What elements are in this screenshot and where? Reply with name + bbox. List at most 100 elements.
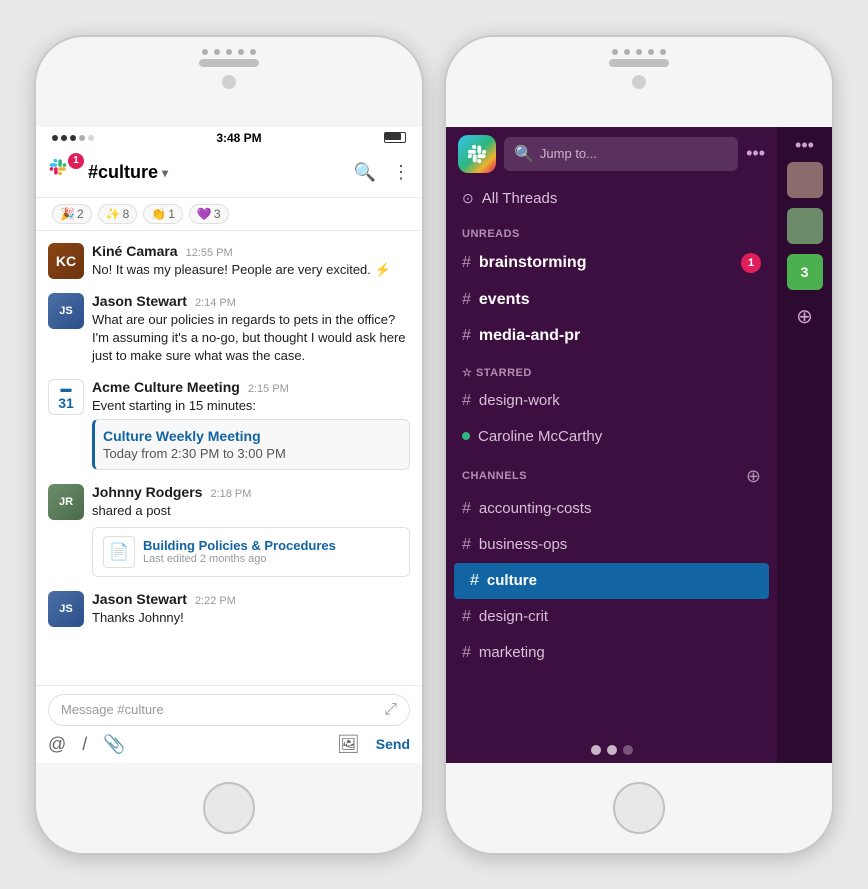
mention-icon[interactable]: @ [48,734,66,755]
nav-item-caroline-mccarthy[interactable]: Caroline McCarthy [446,419,777,454]
more-options-icon[interactable]: ••• [746,143,765,164]
emoji-icon: 👏 [151,207,166,221]
nav-item-label: design-crit [479,608,548,625]
home-button[interactable] [203,782,255,834]
emoji-reaction[interactable]: 🎉 2 [52,204,92,224]
nav-item-accounting-costs[interactable]: # accounting-costs [446,491,777,527]
phone-camera [222,75,236,89]
nav-item-label: events [479,291,530,309]
phone-top-bar-right [446,37,832,127]
message-content: Jason Stewart 2:14 PM What are our polic… [92,293,410,366]
nav-item-label: business-ops [479,536,567,553]
phone-speaker [199,59,259,67]
hash-icon: # [462,536,471,554]
home-button[interactable] [613,782,665,834]
message-time: 2:18 PM [210,488,251,500]
emoji-reaction[interactable]: ✨ 8 [98,204,138,224]
phone-dot [238,49,244,55]
nav-item-culture[interactable]: # culture [454,563,769,599]
search-bar[interactable]: 🔍 Jump to... [504,137,738,171]
hash-icon: # [462,608,471,626]
nav-item-business-ops[interactable]: # business-ops [446,527,777,563]
message-input-field[interactable]: Message #culture ⤢ [48,694,410,726]
nav-item-design-crit[interactable]: # design-crit [446,599,777,635]
phone-bottom-bar-right [446,763,832,853]
sidebar-phone-screen: 🔍 Jump to... ••• ⊙ All Threads U [446,127,832,763]
file-icon: 📄 [103,536,135,568]
message-content: Kiné Camara 12:55 PM No! It was my pleas… [92,243,410,279]
chat-screen: 3:48 PM 1 #culture [36,127,422,763]
nav-item-label: marketing [479,644,545,661]
message-time: 2:15 PM [248,383,289,395]
phone-dot [636,49,642,55]
calendar-event-block[interactable]: Culture Weekly Meeting Today from 2:30 P… [92,419,410,470]
hash-icon: # [462,392,471,410]
message-row: JS Jason Stewart 2:14 PM What are our po… [36,289,422,370]
strip-avatar-2[interactable] [787,208,823,244]
section-header-starred: ☆ STARRED [446,354,777,383]
message-header: Jason Stewart 2:14 PM [92,293,410,309]
more-dots-icon[interactable]: ••• [795,135,814,156]
message-content: Jason Stewart 2:22 PM Thanks Johnny! [92,591,410,627]
nav-item-media-and-pr[interactable]: # media-and-pr [446,318,777,354]
emoji-reaction[interactable]: 💜 3 [189,204,229,224]
chat-phone-screen: 3:48 PM 1 #culture [36,127,422,763]
signal-dot [70,135,76,141]
message-header: Jason Stewart 2:22 PM [92,591,410,607]
chat-toolbar: @ / 📎 🖼 Send [48,734,410,755]
nav-item-label: media-and-pr [479,327,580,345]
phone-dot [226,49,232,55]
chevron-down-icon: ▾ [162,166,168,180]
message-placeholder: Message #culture [61,702,376,717]
message-row: ▬ 31 Acme Culture Meeting 2:15 PM Event … [36,375,422,474]
section-header-channels: CHANNELS ⊕ [446,454,777,491]
nav-item-label: accounting-costs [479,500,592,517]
phone-dot [214,49,220,55]
avatar: JS [48,591,84,627]
image-icon[interactable]: 🖼 [337,734,360,755]
pagination-dots [446,737,777,763]
nav-item-events[interactable]: # events [446,282,777,318]
search-button[interactable]: 🔍 [354,162,376,183]
message-content: Acme Culture Meeting 2:15 PM Event start… [92,379,410,470]
message-text: Event starting in 15 minutes: [92,397,410,415]
toolbar-left: @ / 📎 [48,734,126,755]
signal-dots [52,135,94,141]
message-text: No! It was my pleasure! People are very … [92,261,410,279]
status-time: 3:48 PM [216,131,261,145]
nav-item-brainstorming[interactable]: # brainstorming 1 [446,244,777,282]
pagination-dot [623,745,633,755]
message-author: Kiné Camara [92,243,178,259]
attachment-icon[interactable]: 📎 [103,734,125,755]
message-author: Johnny Rodgers [92,484,202,500]
pagination-dot [591,745,601,755]
phone-top-bar-left [36,37,422,127]
file-attachment[interactable]: 📄 Building Policies & Procedures Last ed… [92,527,410,577]
emoji-reaction[interactable]: 👏 1 [143,204,183,224]
emoji-count: 3 [214,207,221,221]
add-icon[interactable]: ⊕ [796,304,813,329]
phone-dot [250,49,256,55]
chat-messages: KC Kiné Camara 12:55 PM No! It was my pl… [36,231,422,685]
hash-icon: # [462,500,471,518]
toolbar-right: 🖼 Send [337,734,410,755]
send-button[interactable]: Send [376,736,410,752]
phone-bottom-bar-left [36,763,422,853]
hash-icon: # [462,644,471,662]
channel-title[interactable]: #culture ▾ [88,162,354,183]
left-phone: 3:48 PM 1 #culture [34,35,424,855]
message-author: Acme Culture Meeting [92,379,240,395]
message-row: JS Jason Stewart 2:22 PM Thanks Johnny! [36,587,422,631]
battery-icon [384,132,406,143]
add-channel-button[interactable]: ⊕ [746,466,761,487]
sidebar-header: 🔍 Jump to... ••• [446,127,777,181]
chat-input-area: Message #culture ⤢ @ / 📎 🖼 Send [36,685,422,763]
more-options-button[interactable]: ⋮ [392,162,410,183]
slash-icon[interactable]: / [82,734,87,755]
hash-icon: # [462,254,471,272]
nav-item-design-work[interactable]: # design-work [446,383,777,419]
strip-avatar-1[interactable] [787,162,823,198]
nav-item-all-threads[interactable]: ⊙ All Threads [446,181,777,216]
nav-item-marketing[interactable]: # marketing [446,635,777,671]
channel-name: #culture [88,162,158,183]
